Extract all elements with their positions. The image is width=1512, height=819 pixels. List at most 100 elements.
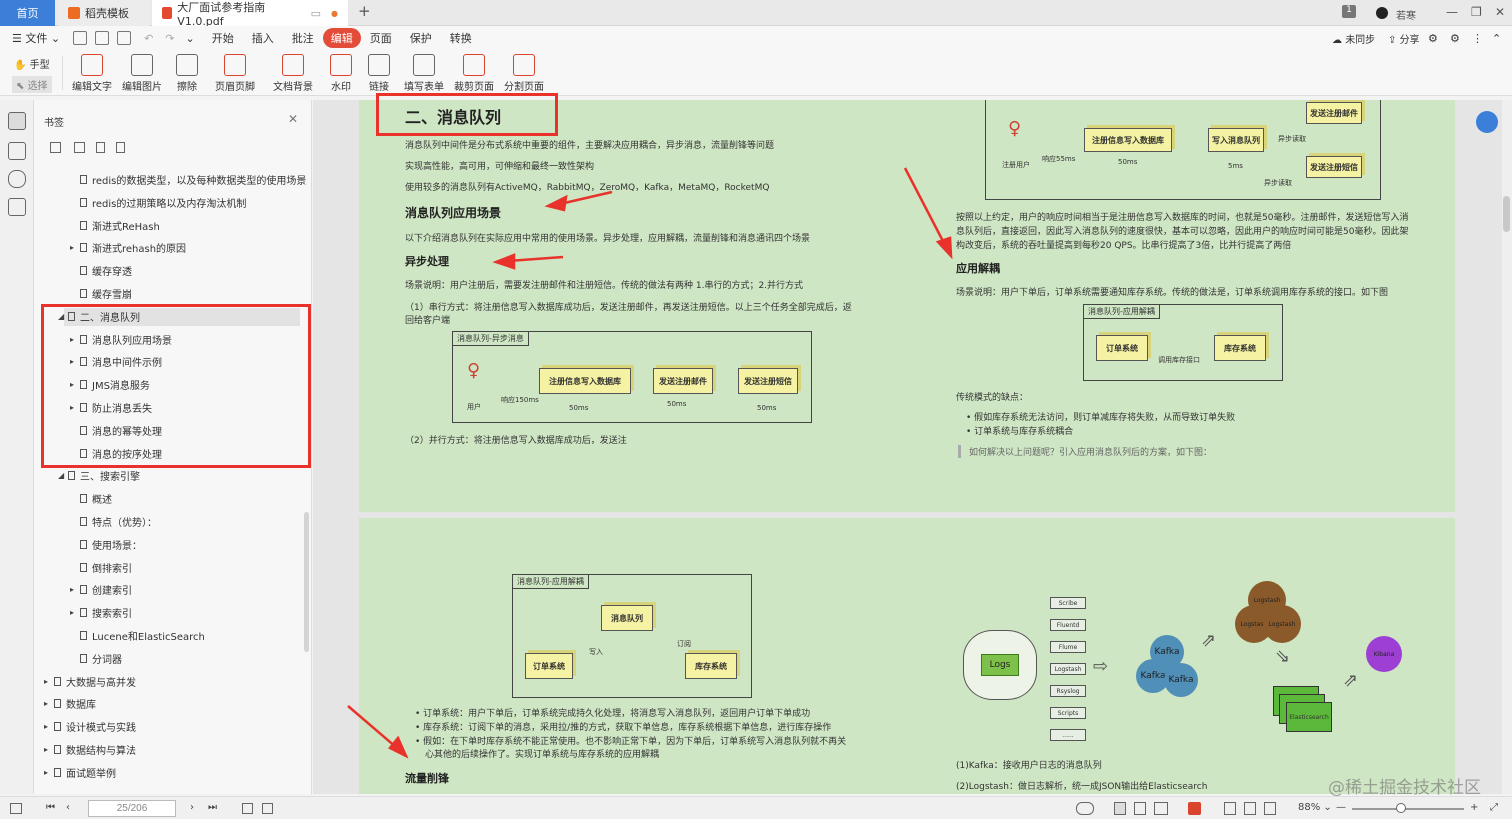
zoom-in-icon[interactable]: + [1470, 802, 1478, 813]
bookmark-item[interactable]: 渐进式ReHash [70, 218, 160, 233]
user-name[interactable]: 若寒 [1396, 7, 1416, 22]
attachment-icon[interactable] [8, 170, 26, 188]
rotate-icon[interactable] [1264, 802, 1276, 815]
collapse-ribbon-icon[interactable]: ⌃ [1492, 32, 1501, 45]
add-bookmark-icon[interactable] [96, 142, 105, 153]
scrollbar-thumb[interactable] [1503, 196, 1510, 232]
bookmark-item[interactable]: ▸ 数据结构与算法 [44, 742, 136, 757]
bookmark-item[interactable]: ▸ 渐进式rehash的原因 [70, 240, 186, 255]
menu-page[interactable]: 页面 [361, 30, 401, 46]
thumbnail-panel-icon[interactable] [8, 142, 26, 160]
expand-arrow-icon[interactable]: ▸ [44, 768, 54, 777]
menu-convert[interactable]: 转换 [441, 30, 481, 46]
link-button[interactable]: 链接 [366, 54, 392, 93]
bookmark-options-icon[interactable] [116, 142, 125, 153]
continuous-view-icon[interactable] [1134, 802, 1146, 815]
minimize-icon[interactable]: — [1446, 5, 1458, 19]
ai-assistant-icon[interactable] [1476, 111, 1498, 133]
print-icon[interactable] [117, 31, 132, 45]
close-panel-icon[interactable]: ✕ [288, 112, 298, 126]
close-icon[interactable]: ✕ [1495, 5, 1505, 19]
bookmark-item[interactable]: 使用场景： [70, 537, 142, 552]
bookmark-item[interactable]: 特点（优势）： [70, 514, 157, 529]
prev-page-icon[interactable]: ‹ [66, 802, 70, 813]
bookmark-item[interactable]: 分词器 [70, 651, 122, 666]
extract-page-icon[interactable] [262, 803, 273, 814]
expand-arrow-icon[interactable]: ▸ [44, 699, 54, 708]
play-icon[interactable] [1188, 802, 1201, 815]
expand-arrow-icon[interactable]: ▸ [44, 677, 54, 686]
toggle-sidebar-icon[interactable] [10, 803, 22, 814]
bookmark-item[interactable]: 概述 [70, 491, 112, 506]
more-icon[interactable]: ⌄ [178, 32, 203, 45]
save-icon[interactable] [95, 31, 110, 45]
menu-edit[interactable]: 编辑 [322, 28, 361, 48]
hand-tool[interactable]: ✋ 手型 [14, 56, 50, 71]
expand-arrow-icon[interactable]: ▸ [44, 722, 54, 731]
edit-image-button[interactable]: 编辑图片 [122, 54, 162, 93]
window-icon[interactable]: ▭ [311, 7, 321, 20]
undo-icon[interactable]: ↶ [135, 32, 162, 45]
split-page-button[interactable]: 分割页面 [504, 54, 544, 93]
redo-icon[interactable]: ↷ [162, 32, 177, 45]
document-viewport[interactable]: 二、消息队列 消息队列中间件是分布式系统中重要的组件，主要解决应用耦合，异步消息… [313, 100, 1502, 794]
bookmark-item[interactable]: ▸ 创建索引 [70, 582, 132, 597]
bookmark-item[interactable]: 缓存雪崩 [70, 286, 132, 301]
watermark-button[interactable]: 水印 [328, 54, 354, 93]
bookmark-item[interactable]: ▸ 数据库 [44, 696, 96, 711]
bookmark-item[interactable]: ▸ 面试题举例 [44, 765, 116, 780]
bookmark-item[interactable]: ▸ 设计模式与实践 [44, 719, 136, 734]
bookmark-item[interactable]: 缓存穿透 [70, 263, 132, 278]
sync-status[interactable]: ☁ 未同步 [1332, 31, 1375, 46]
collapse-all-icon[interactable] [74, 142, 85, 153]
menu-protect[interactable]: 保护 [401, 30, 441, 46]
tab-home[interactable]: 首页 [0, 0, 55, 26]
bookmark-panel-icon[interactable] [8, 112, 26, 130]
share-button[interactable]: ⇪ 分享 [1388, 31, 1420, 46]
avatar[interactable] [1376, 7, 1388, 19]
signature-icon[interactable] [8, 198, 26, 216]
open-icon[interactable] [73, 31, 88, 45]
zoom-slider[interactable] [1352, 808, 1464, 810]
expand-arrow-icon[interactable]: ▸ [70, 608, 80, 617]
background-button[interactable]: 文档背景 [270, 54, 316, 93]
bookmark-item[interactable]: ◢ 三、搜索引擎 [58, 468, 140, 483]
page-number-input[interactable] [88, 800, 176, 817]
settings-more-icon[interactable]: ⚙ [1450, 32, 1460, 45]
next-page-icon[interactable]: › [190, 802, 194, 813]
bookmark-item[interactable]: ▸ 搜索索引 [70, 605, 132, 620]
select-tool[interactable]: ⬉ 选择 [12, 76, 52, 93]
fit-page-icon[interactable] [1244, 802, 1256, 815]
menu-file[interactable]: ☰ 文件 ⌄ [0, 30, 69, 46]
restore-icon[interactable]: ❐ [1471, 5, 1482, 19]
bookmark-scrollbar[interactable] [304, 512, 309, 652]
eye-protect-icon[interactable] [1076, 802, 1094, 815]
bookmark-item[interactable]: 倒排索引 [70, 560, 132, 575]
fill-form-button[interactable]: 填写表单 [404, 54, 444, 93]
fullscreen-icon[interactable]: ⤢ [1490, 802, 1498, 813]
expand-arrow-icon[interactable]: ▸ [70, 243, 80, 252]
insert-page-icon[interactable] [242, 803, 253, 814]
expand-arrow-icon[interactable]: ◢ [58, 471, 68, 480]
bookmark-item[interactable]: ▸ 大数据与高并发 [44, 674, 136, 689]
edit-text-button[interactable]: 编辑文字 [72, 54, 112, 93]
crop-page-button[interactable]: 裁剪页面 [454, 54, 494, 93]
header-footer-button[interactable]: 页眉页脚 [212, 54, 258, 93]
last-page-icon[interactable]: ⏭ [208, 802, 217, 813]
zoom-slider-handle[interactable] [1396, 803, 1406, 813]
tab-document[interactable]: 大厂面试参考指南V1.0.pdf ▭ ● [152, 0, 348, 28]
bookmark-item[interactable]: redis的过期策略以及内存淘汰机制 [70, 195, 246, 210]
expand-arrow-icon[interactable]: ▸ [70, 585, 80, 594]
fit-width-icon[interactable] [1224, 802, 1236, 815]
first-page-icon[interactable]: ⏮ [46, 802, 55, 813]
expand-all-icon[interactable] [50, 142, 61, 153]
expand-arrow-icon[interactable]: ▸ [44, 745, 54, 754]
tab-templates[interactable]: 稻壳模板 [58, 0, 150, 26]
single-page-view-icon[interactable] [1114, 802, 1126, 815]
bookmark-item[interactable]: Lucene和ElasticSearch [70, 628, 205, 643]
settings-icon[interactable]: ⚙ [1428, 32, 1438, 45]
zoom-level[interactable]: 88% ⌄ [1298, 802, 1332, 813]
bookmark-item[interactable]: redis的数据类型，以及每种数据类型的使用场景 [70, 172, 306, 187]
kebab-icon[interactable]: ⋮ [1472, 32, 1483, 45]
erase-button[interactable]: 擦除 [172, 54, 202, 93]
